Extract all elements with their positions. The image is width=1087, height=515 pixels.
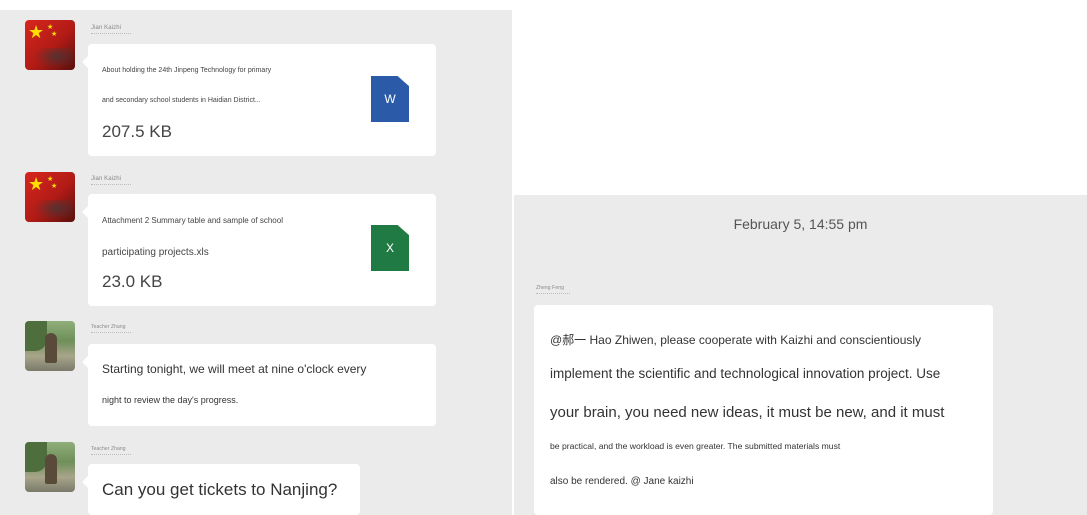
text-message-bubble[interactable]: Starting tonight, we will meet at nine o…: [82, 344, 436, 426]
file-name: participating projects.xls: [102, 247, 209, 258]
file-message-bubble[interactable]: About holding the 24th Jinpeng Technolog…: [82, 44, 436, 156]
text-message-bubble[interactable]: Can you get tickets to Nanjing?: [82, 464, 360, 515]
avatar[interactable]: [25, 442, 75, 492]
message-text: night to review the day's progress.: [102, 395, 239, 405]
file-name: About holding the 24th Jinpeng Technolog…: [102, 67, 272, 74]
left-chat-panel: ★ ★ ★ Jian Kaizhi About holding the 24th…: [0, 10, 512, 515]
file-size: 207.5 KB: [102, 122, 172, 141]
file-message-bubble[interactable]: Attachment 2 Summary table and sample of…: [82, 194, 436, 306]
timestamp: February 5, 14:55 pm: [733, 216, 868, 232]
file-name: and secondary school students in Haidian…: [102, 97, 261, 104]
text-message-bubble[interactable]: @郝一 Hao Zhiwen, please cooperate with Ka…: [534, 305, 993, 515]
sender-name: Jian Kaizhi: [91, 25, 131, 34]
message-text: also be rendered. @ Jane kaizhi: [550, 476, 694, 487]
message-text: implement the scientific and technologic…: [550, 366, 941, 381]
sender-name: Jian Kaizhi: [91, 176, 131, 185]
sender-name: Teacher Zhang: [91, 324, 131, 333]
avatar[interactable]: ★ ★ ★: [25, 20, 75, 70]
right-chat-panel: February 5, 14:55 pm Zheng Feng @郝一 Hao …: [514, 195, 1087, 515]
word-document-icon: W: [371, 76, 409, 122]
message-text: Can you get tickets to Nanjing?: [102, 480, 338, 499]
star-icon: ★: [28, 174, 45, 194]
file-size: 23.0 KB: [102, 272, 163, 291]
message-text: your brain, you need new ideas, it must …: [550, 404, 945, 421]
star-icon: ★: [28, 22, 45, 42]
message-text: be practical, and the workload is even g…: [550, 441, 841, 451]
sender-name: Teacher Zhang: [91, 446, 131, 455]
avatar[interactable]: [25, 321, 75, 371]
avatar[interactable]: ★ ★ ★: [25, 172, 75, 222]
excel-spreadsheet-icon: X: [371, 225, 409, 271]
message-text: @郝一 Hao Zhiwen, please cooperate with Ka…: [550, 333, 922, 347]
message-text: Starting tonight, we will meet at nine o…: [102, 362, 367, 376]
sender-name: Zheng Feng: [536, 285, 570, 294]
file-name: Attachment 2 Summary table and sample of…: [102, 216, 283, 225]
